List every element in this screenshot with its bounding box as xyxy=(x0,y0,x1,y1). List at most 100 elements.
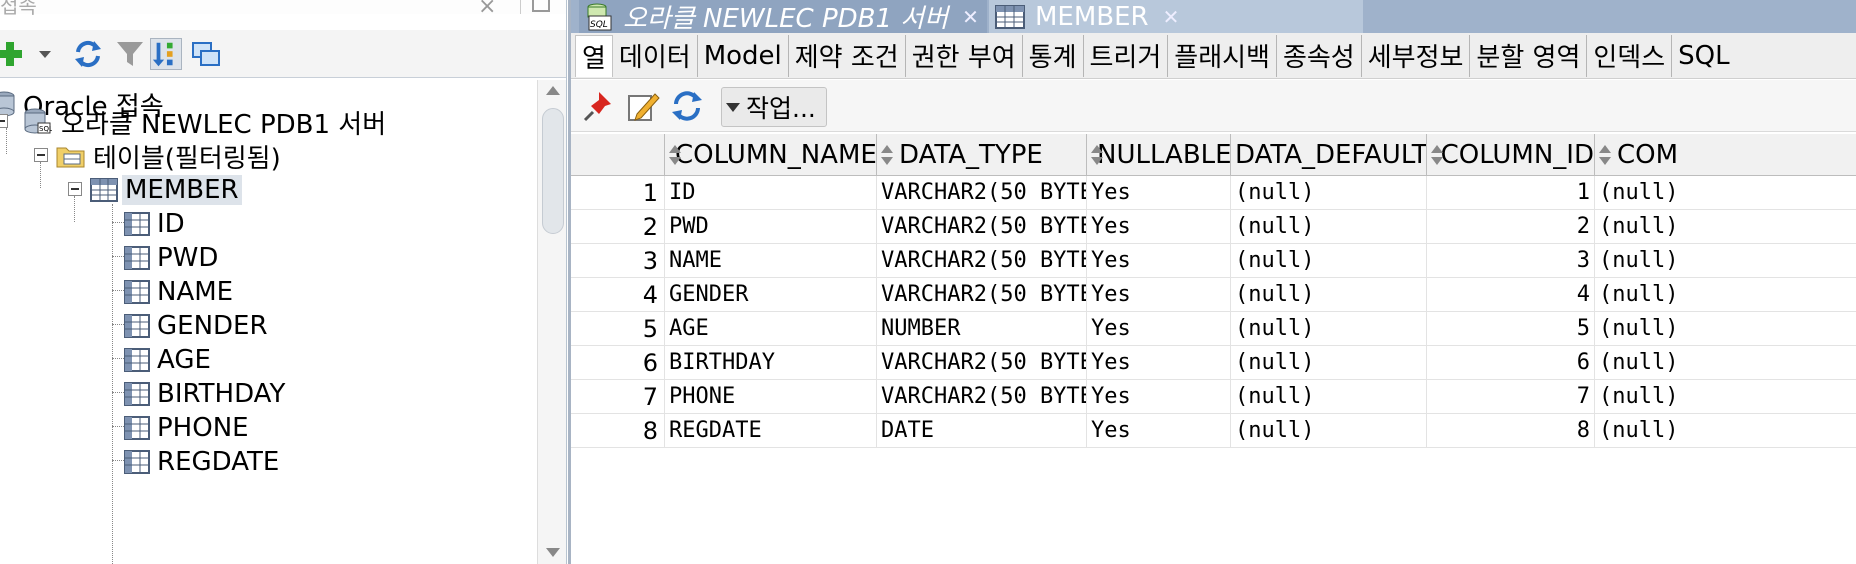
cell-n[interactable]: 6 xyxy=(571,346,665,380)
edit-icon[interactable] xyxy=(625,88,661,124)
table-row[interactable]: 3 NAME VARCHAR2(50 BYTE) Yes (null) 3 (null) xyxy=(571,244,1856,278)
scroll-thumb[interactable] xyxy=(542,108,564,234)
cell-name[interactable]: AGE xyxy=(665,312,877,346)
cell-n[interactable]: 7 xyxy=(571,380,665,414)
cell-name[interactable]: PHONE xyxy=(665,380,877,414)
cell-type[interactable]: NUMBER xyxy=(877,312,1087,346)
cell-type[interactable]: VARCHAR2(50 BYTE) xyxy=(877,278,1087,312)
collapse-toggle[interactable] xyxy=(34,148,48,162)
cell-name[interactable]: GENDER xyxy=(665,278,877,312)
refresh-icon[interactable] xyxy=(669,88,705,124)
tree-column[interactable]: ID xyxy=(124,206,188,242)
new-window-icon[interactable] xyxy=(190,38,222,70)
cell-type[interactable]: VARCHAR2(50 BYTE) xyxy=(877,176,1087,210)
cell-id[interactable]: 7 xyxy=(1427,380,1595,414)
header-comments[interactable]: COM xyxy=(1595,134,1856,176)
tab-details[interactable]: 세부정보 xyxy=(1362,34,1471,77)
scroll-up-icon[interactable] xyxy=(546,86,560,95)
tree-column[interactable]: PWD xyxy=(124,240,221,276)
cell-n[interactable]: 5 xyxy=(571,312,665,346)
header-column-id[interactable]: COLUMN_ID xyxy=(1427,134,1595,176)
tab-flashback[interactable]: 플래시백 xyxy=(1168,34,1277,77)
cell-default[interactable]: (null) xyxy=(1231,210,1427,244)
table-row[interactable]: 2 PWD VARCHAR2(50 BYTE) Yes (null) 2 (null) xyxy=(571,210,1856,244)
table-row[interactable]: 5 AGE NUMBER Yes (null) 5 (null) xyxy=(571,312,1856,346)
cell-type[interactable]: DATE xyxy=(877,414,1087,448)
actions-menu-button[interactable]: 작업... xyxy=(721,87,827,127)
close-tab-icon[interactable]: ✕ xyxy=(962,5,979,29)
table-row[interactable]: 8 REGDATE DATE Yes (null) 8 (null) xyxy=(571,414,1856,448)
cell-type[interactable]: VARCHAR2(50 BYTE) xyxy=(877,244,1087,278)
tree-scrollbar[interactable] xyxy=(537,80,566,564)
tab-data[interactable]: 데이터 xyxy=(613,34,698,77)
tab-columns[interactable]: 열 xyxy=(575,34,613,77)
cell-comments[interactable]: (null) xyxy=(1595,414,1856,448)
cell-nullable[interactable]: Yes xyxy=(1087,346,1231,380)
tab-partitions[interactable]: 분할 영역 xyxy=(1470,34,1588,77)
minimize-panel-icon[interactable] xyxy=(532,0,550,12)
cell-name[interactable]: NAME xyxy=(665,244,877,278)
cell-id[interactable]: 6 xyxy=(1427,346,1595,380)
cell-nullable[interactable]: Yes xyxy=(1087,210,1231,244)
cell-comments[interactable]: (null) xyxy=(1595,346,1856,380)
cell-default[interactable]: (null) xyxy=(1231,380,1427,414)
header-data-default[interactable]: DATA_DEFAULT xyxy=(1231,134,1427,176)
header-nullable[interactable]: NULLABLE xyxy=(1087,134,1231,176)
tree-column[interactable]: AGE xyxy=(124,342,214,378)
cell-comments[interactable]: (null) xyxy=(1595,312,1856,346)
cell-nullable[interactable]: Yes xyxy=(1087,176,1231,210)
cell-id[interactable]: 5 xyxy=(1427,312,1595,346)
header-column-name[interactable]: COLUMN_NAME xyxy=(665,134,877,176)
tab-connection-worksheet[interactable]: SQL 오라클 NEWLEC PDB1 서버 ✕ xyxy=(579,0,987,34)
tree-column[interactable]: PHONE xyxy=(124,410,252,446)
close-tab-icon[interactable]: ✕ xyxy=(1163,5,1180,29)
tab-statistics[interactable]: 통계 xyxy=(1023,34,1084,77)
table-row[interactable]: 6 BIRTHDAY VARCHAR2(50 BYTE) Yes (null) 6 (nul… xyxy=(571,346,1856,380)
collapse-toggle[interactable] xyxy=(68,182,82,196)
dropdown-arrow-icon[interactable] xyxy=(36,38,54,70)
cell-id[interactable]: 3 xyxy=(1427,244,1595,278)
cell-default[interactable]: (null) xyxy=(1231,176,1427,210)
tab-grants[interactable]: 권한 부여 xyxy=(906,34,1023,77)
cell-name[interactable]: ID xyxy=(665,176,877,210)
cell-name[interactable]: BIRTHDAY xyxy=(665,346,877,380)
cell-n[interactable]: 4 xyxy=(571,278,665,312)
table-row[interactable]: 1 ID VARCHAR2(50 BYTE) Yes (null) 1 (null) xyxy=(571,176,1856,210)
cell-nullable[interactable]: Yes xyxy=(1087,414,1231,448)
tab-triggers[interactable]: 트리거 xyxy=(1084,34,1169,77)
cell-type[interactable]: VARCHAR2(50 BYTE) xyxy=(877,380,1087,414)
table-row[interactable]: 4 GENDER VARCHAR2(50 BYTE) Yes (null) 4 (null) xyxy=(571,278,1856,312)
header-data-type[interactable]: DATA_TYPE xyxy=(877,134,1087,176)
tree-column[interactable]: BIRTHDAY xyxy=(124,376,288,412)
tab-sql[interactable]: SQL xyxy=(1672,35,1735,77)
scroll-down-icon[interactable] xyxy=(546,548,560,557)
cell-comments[interactable]: (null) xyxy=(1595,380,1856,414)
add-icon[interactable] xyxy=(0,38,26,70)
schema-browser-icon[interactable] xyxy=(150,38,182,70)
tree-column[interactable]: GENDER xyxy=(124,308,271,344)
tree-connection[interactable]: SQL 오라클 NEWLEC PDB1 서버 xyxy=(22,104,389,140)
cell-id[interactable]: 1 xyxy=(1427,176,1595,210)
cell-type[interactable]: VARCHAR2(50 BYTE) xyxy=(877,210,1087,244)
tab-model[interactable]: Model xyxy=(698,34,789,77)
cell-comments[interactable]: (null) xyxy=(1595,210,1856,244)
cell-default[interactable]: (null) xyxy=(1231,312,1427,346)
cell-id[interactable]: 8 xyxy=(1427,414,1595,448)
cell-nullable[interactable]: Yes xyxy=(1087,278,1231,312)
cell-n[interactable]: 8 xyxy=(571,414,665,448)
collapse-toggle[interactable] xyxy=(0,114,8,128)
cell-comments[interactable]: (null) xyxy=(1595,278,1856,312)
cell-nullable[interactable]: Yes xyxy=(1087,244,1231,278)
tab-constraints[interactable]: 제약 조건 xyxy=(789,34,906,77)
tree-column[interactable]: REGDATE xyxy=(124,444,282,480)
cell-comments[interactable]: (null) xyxy=(1595,176,1856,210)
cell-default[interactable]: (null) xyxy=(1231,346,1427,380)
tab-indexes[interactable]: 인덱스 xyxy=(1587,34,1673,77)
cell-id[interactable]: 2 xyxy=(1427,210,1595,244)
cell-name[interactable]: PWD xyxy=(665,210,877,244)
cell-name[interactable]: REGDATE xyxy=(665,414,877,448)
cell-n[interactable]: 3 xyxy=(571,244,665,278)
cell-nullable[interactable]: Yes xyxy=(1087,312,1231,346)
cell-type[interactable]: VARCHAR2(50 BYTE) xyxy=(877,346,1087,380)
tree-tables-folder[interactable]: 테이블(필터링됨) xyxy=(56,138,284,174)
